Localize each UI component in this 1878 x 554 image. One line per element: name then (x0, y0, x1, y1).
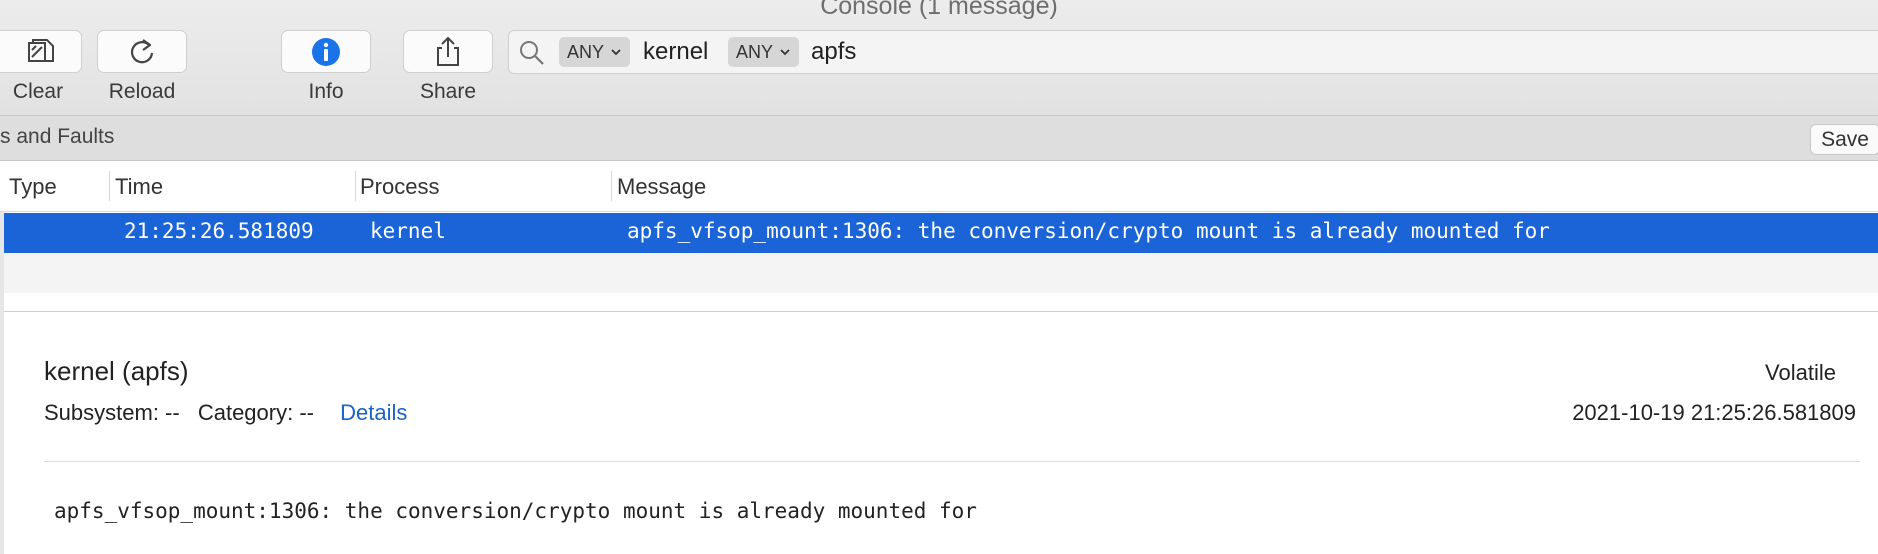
token-scope-label: ANY (736, 41, 774, 62)
detail-volatile-flag: Volatile (1765, 360, 1836, 385)
detail-divider (44, 461, 1860, 462)
detail-title: kernel (apfs) (44, 356, 189, 386)
log-table: Type Time Process Message 21:25:26.58180… (0, 161, 1878, 311)
toolbar: Console (1 message) Clear Reload Info Sh… (0, 0, 1878, 116)
table-header: Type Time Process Message (0, 161, 1878, 212)
chevron-down-icon (611, 49, 621, 56)
column-header-message[interactable]: Message (617, 174, 706, 200)
detail-message: apfs_vfsop_mount:1306: the conversion/cr… (54, 499, 977, 523)
search-token-scope-2[interactable]: ANY (728, 37, 800, 67)
table-row[interactable]: 21:25:26.581809 kernel apfs_vfsop_mount:… (4, 213, 1878, 253)
chevron-down-icon (780, 49, 790, 56)
share-icon (437, 36, 459, 66)
reload-button[interactable] (97, 30, 187, 73)
token-scope-label: ANY (567, 41, 605, 62)
detail-meta: Subsystem: -- Category: -- Details (44, 400, 419, 426)
search-field[interactable]: ANY kernel ANY apfs (508, 30, 1878, 74)
detail-timestamp: 2021-10-19 21:25:26.581809 (1572, 400, 1856, 425)
filter-label[interactable]: s and Faults (0, 125, 114, 149)
cell-time: 21:25:26.581809 (124, 219, 314, 243)
detail-subsystem: Subsystem: -- (44, 400, 180, 425)
column-header-process[interactable]: Process (360, 174, 439, 200)
clear-label: Clear (12, 80, 64, 103)
column-header-time[interactable]: Time (115, 174, 163, 200)
info-label: Info (308, 80, 344, 103)
search-icon (520, 41, 544, 65)
table-row-empty (4, 253, 1878, 293)
info-button[interactable] (281, 30, 371, 73)
column-divider[interactable] (355, 171, 356, 201)
detail-category: Category: -- (197, 400, 314, 425)
details-link[interactable]: Details (340, 400, 407, 425)
reload-label: Reload (108, 80, 176, 103)
filter-bar: s and Faults Save (0, 116, 1878, 161)
info-icon (312, 37, 340, 66)
reload-icon (130, 38, 154, 63)
cell-process: kernel (370, 219, 446, 243)
clear-icon (28, 38, 54, 62)
search-token-scope-1[interactable]: ANY (559, 37, 631, 67)
cell-message: apfs_vfsop_mount:1306: the conversion/cr… (627, 219, 1550, 243)
share-label: Share (419, 80, 477, 103)
window-title: Console (1 message) (820, 0, 1058, 20)
clear-button[interactable] (0, 30, 82, 73)
column-divider[interactable] (611, 171, 612, 201)
share-button[interactable] (403, 30, 493, 73)
search-token-value-2[interactable]: apfs (811, 35, 856, 69)
search-token-value-1[interactable]: kernel (643, 35, 708, 69)
save-button[interactable]: Save (1810, 124, 1878, 155)
detail-pane: kernel (apfs) Volatile Subsystem: -- Cat… (4, 311, 1878, 554)
column-header-type[interactable]: Type (9, 174, 57, 200)
column-divider[interactable] (109, 171, 110, 201)
